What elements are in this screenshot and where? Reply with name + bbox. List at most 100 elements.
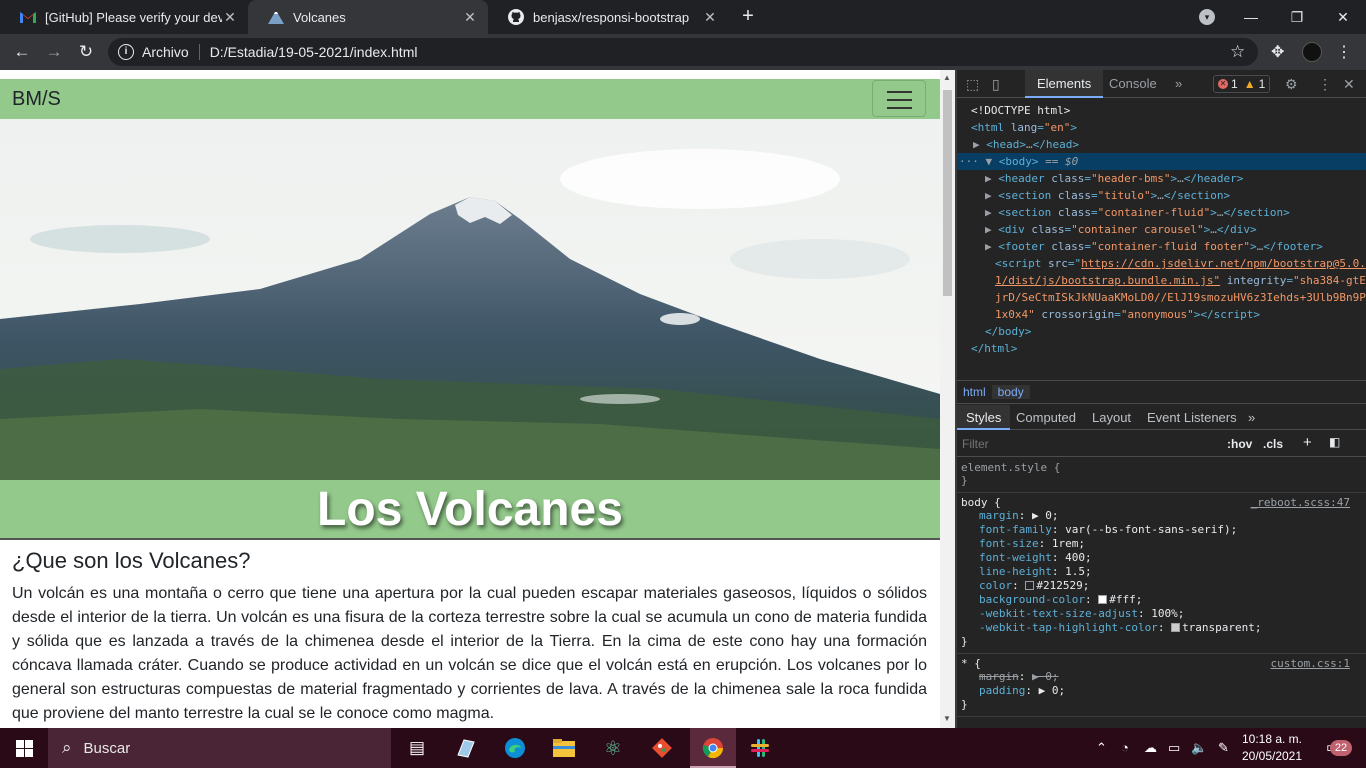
profile-avatar[interactable] [1302,42,1322,62]
close-devtools-icon[interactable]: ✕ [1343,76,1355,93]
tab-elements[interactable]: Elements [1025,70,1104,98]
bookmark-star-icon[interactable]: ☆ [1230,42,1245,62]
rule-selector[interactable]: element.style { [961,461,1362,474]
new-tab-button[interactable]: + [738,5,758,28]
toggle-sidebar-icon[interactable]: ◧ [1329,435,1340,449]
dom-node-header[interactable]: ▶ <header class="header-bms">…</header> [957,170,1366,187]
css-property[interactable]: font-weight: 400; [961,551,1362,565]
back-icon[interactable]: ← [12,42,32,62]
tab-search-icon[interactable]: ▾ [1199,9,1215,25]
file-explorer-icon[interactable] [552,736,576,760]
start-button[interactable] [0,728,48,768]
dom-node-html[interactable]: <html lang="en"> [957,119,1366,136]
hov-toggle[interactable]: :hov [1227,437,1252,451]
app-pinned-icon[interactable] [454,736,478,760]
css-property[interactable]: font-size: 1rem; [961,537,1362,551]
chrome-icon[interactable] [701,736,725,760]
maximize-icon[interactable]: ❐ [1274,9,1320,26]
dom-node-body-selected[interactable]: ··· ▼ <body> == $0 [957,153,1366,170]
close-window-icon[interactable]: ✕ [1320,9,1366,26]
tray-chevron-icon[interactable]: ⌃ [1096,740,1107,756]
task-view-icon[interactable]: ▤ [405,736,429,760]
dom-node-section-container[interactable]: ▶ <section class="container-fluid">…</se… [957,204,1366,221]
dom-node-html-close[interactable]: </html> [957,340,1366,357]
extensions-puzzle-icon[interactable]: ✥ [1271,42,1284,62]
devtools-tabbar: ⬚ ▯ Elements Console » ✕ 1 ▲ 1 ⚙ ⋮ ✕ [957,70,1366,98]
page-scrollbar[interactable]: ▲ ▼ [940,70,955,728]
taskbar-search[interactable]: ⌕ Buscar [48,728,391,768]
issues-badge[interactable]: ✕ 1 ▲ 1 [1213,75,1271,93]
color-swatch[interactable] [1025,581,1035,590]
tab-layout[interactable]: Layout [1083,405,1140,430]
rule-source-link[interactable]: _reboot.scss:47 [1251,496,1350,509]
onedrive-cloud-icon[interactable]: ☁ [1144,740,1157,756]
dom-node-doctype[interactable]: <!DOCTYPE html> [957,102,1366,119]
new-rule-icon[interactable]: + [1303,434,1312,451]
css-property[interactable]: line-height: 1.5; [961,565,1362,579]
color-swatch[interactable] [1098,595,1108,604]
reload-icon[interactable]: ↻ [76,42,96,62]
devtools-menu-icon[interactable]: ⋮ [1318,76,1332,93]
more-tabs-icon[interactable]: » [1239,405,1264,430]
css-property[interactable]: -webkit-tap-highlight-color: transparent… [961,621,1362,635]
network-icon[interactable]: ◔ [1121,740,1129,755]
site-brand[interactable]: BM/S [12,88,61,111]
tab-console[interactable]: Console [1097,70,1169,98]
dom-node-head[interactable]: ▶ <head>…</head> [957,136,1366,153]
browser-menu-icon[interactable]: ⋮ [1336,42,1352,62]
css-property-overridden[interactable]: margin: ▶ 0; [961,670,1362,684]
scroll-up-icon[interactable]: ▲ [943,73,951,82]
dom-node-section-titulo[interactable]: ▶ <section class="titulo">…</section> [957,187,1366,204]
edge-icon[interactable] [503,736,527,760]
slack-icon[interactable] [748,736,772,760]
scroll-down-icon[interactable]: ▼ [943,714,951,723]
settings-gear-icon[interactable]: ⚙ [1285,76,1298,93]
close-tab-icon[interactable]: ✕ [462,9,478,26]
css-property[interactable]: color: #212529; [961,579,1362,593]
styles-filter-input[interactable] [962,435,1212,453]
rule-element-style: element.style { } [957,458,1366,493]
tab-styles[interactable]: Styles [957,405,1011,430]
url-scheme-label: Archivo [142,44,189,60]
css-property[interactable]: font-family: var(--bs-font-sans-serif); [961,523,1362,537]
close-tab-icon[interactable]: ✕ [222,9,238,26]
tab-github[interactable]: benjasx/responsi-bootstrap ✕ [488,0,728,34]
tab-event-listeners[interactable]: Event Listeners [1138,405,1246,430]
breadcrumb-body[interactable]: body [991,385,1030,399]
address-bar[interactable]: i Archivo D:/Estadia/19-05-2021/index.ht… [108,38,1258,66]
pen-icon[interactable]: ✎ [1218,740,1229,756]
cls-toggle[interactable]: .cls [1263,437,1283,451]
css-property[interactable]: margin: ▶ 0; [961,509,1362,523]
inspect-element-icon[interactable]: ⬚ [966,76,979,93]
forward-icon[interactable]: → [44,42,64,62]
info-icon[interactable]: i [118,44,134,60]
minimize-icon[interactable]: — [1228,9,1274,25]
rule-source-link[interactable]: custom.css:1 [1271,657,1350,670]
close-tab-icon[interactable]: ✕ [702,9,718,26]
dom-node-body-close[interactable]: </body> [957,323,1366,340]
breadcrumb-html[interactable]: html [957,385,992,399]
navbar-toggler-button[interactable] [872,80,926,117]
tab-gmail[interactable]: [GitHub] Please verify your device ✕ [0,0,248,34]
system-clock[interactable]: 10:18 a. m. 20/05/2021 [1240,731,1304,765]
dom-node-footer[interactable]: ▶ <footer class="container-fluid footer"… [957,238,1366,255]
rule-close: } [961,698,968,711]
device-toolbar-icon[interactable]: ▯ [992,76,1000,93]
scrollbar-thumb[interactable] [943,90,952,296]
volume-icon[interactable]: 🔈 [1191,740,1207,756]
battery-icon[interactable]: ▭ [1168,740,1180,756]
devtools-panel: ⬚ ▯ Elements Console » ✕ 1 ▲ 1 ⚙ ⋮ ✕ <!D… [957,70,1366,728]
content-section: ¿Que son los Volcanes? Un volcán es una … [12,548,927,726]
css-property[interactable]: background-color: #fff; [961,593,1362,607]
color-swatch[interactable] [1171,623,1181,632]
tab-volcanes[interactable]: Volcanes ✕ [248,0,488,34]
css-property[interactable]: -webkit-text-size-adjust: 100%; [961,607,1362,621]
css-property[interactable]: padding: ▶ 0; [961,684,1362,698]
dom-node-div-carousel[interactable]: ▶ <div class="container carousel">…</div… [957,221,1366,238]
more-tabs-icon[interactable]: » [1163,70,1194,98]
dom-node-script[interactable]: <script src="https://cdn.jsdelivr.net/np… [957,255,1366,272]
atom-icon[interactable]: ⚛ [601,736,625,760]
tab-strip: [GitHub] Please verify your device ✕ Vol… [0,0,1366,34]
git-icon[interactable] [650,736,674,760]
tab-computed[interactable]: Computed [1007,405,1085,430]
